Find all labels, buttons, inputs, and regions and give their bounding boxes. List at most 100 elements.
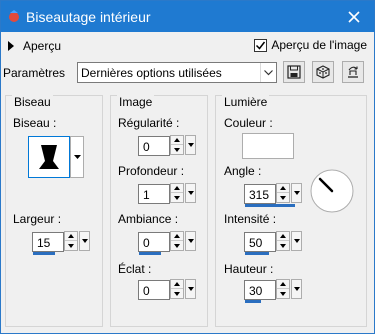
chevron-down-icon[interactable] [291,279,302,299]
light-color-swatch[interactable] [242,133,294,159]
intensite-stepper[interactable] [276,231,290,252]
presets-dropdown[interactable]: Dernières options utilisées [77,62,277,83]
save-preset-button[interactable] [283,61,305,83]
angle-stepper[interactable] [276,183,290,204]
preview-image-label: Aperçu de l'image [271,38,367,52]
bevel-shape-label: Biseau : [13,116,57,130]
checkmark-icon [256,41,266,50]
arrow-down-icon[interactable] [171,289,183,298]
arrow-up-icon[interactable] [171,136,183,145]
regularite-dropdown[interactable] [185,135,196,156]
eclat-dropdown[interactable] [185,279,196,300]
ambiance-updown[interactable] [170,231,184,251]
arrow-up-icon[interactable] [171,184,183,193]
width-spinner[interactable]: 15 [32,232,64,255]
preview-row: Aperçu Aperçu de l'image [7,38,369,56]
dialog-window: Biseautage intérieur Aperçu Aperçu de l'… [0,0,375,334]
close-icon [348,10,360,23]
chevron-down-icon[interactable] [185,279,196,299]
hauteur-stepper[interactable] [276,279,290,300]
params-row: Paramètres Dernières options utilisées [3,61,373,85]
chevron-down-icon[interactable] [185,183,196,203]
arrow-down-icon[interactable] [277,241,289,250]
preview-image-checkbox-wrap[interactable]: Aperçu de l'image [254,38,367,52]
eclat-value: 0 [143,284,150,298]
arrow-up-icon[interactable] [171,232,183,241]
hauteur-dropdown[interactable] [291,279,302,300]
arrow-up-icon[interactable] [171,280,183,289]
width-dropdown[interactable] [79,231,90,252]
angle-dropdown[interactable] [291,183,302,204]
width-value: 15 [37,236,51,250]
profondeur-stepper[interactable] [170,183,184,204]
arrow-down-icon[interactable] [277,193,289,202]
arrow-down-icon[interactable] [171,145,183,154]
biseau-group-title: Biseau [12,95,53,109]
eclat-label: Éclat : [118,262,152,276]
random-button[interactable] [312,61,334,83]
regularite-stepper[interactable] [170,135,184,156]
hauteur-label: Hauteur : [224,262,274,276]
window-title: Biseautage intérieur [26,9,151,25]
image-panel: Image Régularité : 0 Profondeur : 1 Ambi… [110,95,208,327]
chevron-down-icon[interactable] [291,231,302,251]
profondeur-value: 1 [143,188,150,202]
save-icon [287,65,301,79]
hauteur-spinner[interactable]: 30 [244,280,276,303]
ambiance-dropdown[interactable] [185,231,196,252]
chevron-down-icon[interactable] [79,231,90,251]
intensite-spinner[interactable]: 50 [244,232,276,255]
ambiance-slider-bar[interactable] [139,252,161,255]
profondeur-dropdown[interactable] [185,183,196,204]
chevron-down-icon[interactable] [291,183,302,203]
bevel-shape-dropdown[interactable] [70,136,84,178]
ambiance-spinner[interactable]: 0 [138,232,170,255]
preview-image-checkbox[interactable] [254,38,268,52]
intensite-dropdown[interactable] [291,231,302,252]
preview-toggle-label[interactable]: Aperçu [23,39,61,53]
arrow-down-icon[interactable] [65,241,77,250]
chevron-down-icon[interactable] [260,63,276,82]
width-updown[interactable] [64,231,78,251]
expand-arrow-icon[interactable] [8,41,14,51]
arrow-up-icon[interactable] [277,280,289,289]
intensite-slider-bar[interactable] [245,252,269,255]
profondeur-updown[interactable] [170,183,184,203]
angle-dial-icon[interactable] [309,168,355,214]
app-icon [9,10,19,22]
regularite-spinner[interactable]: 0 [138,136,170,156]
regularite-label: Régularité : [118,116,180,130]
hauteur-updown[interactable] [276,279,290,299]
arrow-up-icon[interactable] [277,184,289,193]
angle-slider-bar[interactable] [245,204,295,207]
arrow-down-icon[interactable] [171,193,183,202]
arrow-up-icon[interactable] [277,232,289,241]
arrow-down-icon[interactable] [171,241,183,250]
bevel-shape-preview[interactable] [28,136,70,178]
lumiere-panel: Lumière Couleur : Angle : 315 Intensité … [215,95,367,327]
ambiance-stepper[interactable] [170,231,184,252]
angle-updown[interactable] [276,183,290,203]
intensite-updown[interactable] [276,231,290,251]
angle-spinner[interactable]: 315 [244,184,295,207]
eclat-stepper[interactable] [170,279,184,300]
biseau-panel: Biseau Biseau : Largeur : 15 [5,95,103,327]
arrow-up-icon[interactable] [65,232,77,241]
hauteur-value: 30 [249,284,263,298]
intensite-value: 50 [249,236,263,250]
arrow-down-icon[interactable] [277,289,289,298]
regularite-updown[interactable] [170,135,184,155]
close-button[interactable] [334,1,374,32]
bevel-shape-icon [39,145,59,169]
eclat-spinner[interactable]: 0 [138,280,170,300]
hauteur-slider-bar[interactable] [245,300,261,303]
profondeur-label: Profondeur : [118,164,185,178]
profondeur-spinner[interactable]: 1 [138,184,170,204]
chevron-down-icon[interactable] [185,135,196,155]
angle-value: 315 [249,188,270,202]
eclat-updown[interactable] [170,279,184,299]
width-slider-bar[interactable] [33,252,55,255]
width-stepper[interactable] [64,231,78,252]
chevron-down-icon[interactable] [185,231,196,251]
reset-button[interactable] [342,61,364,83]
